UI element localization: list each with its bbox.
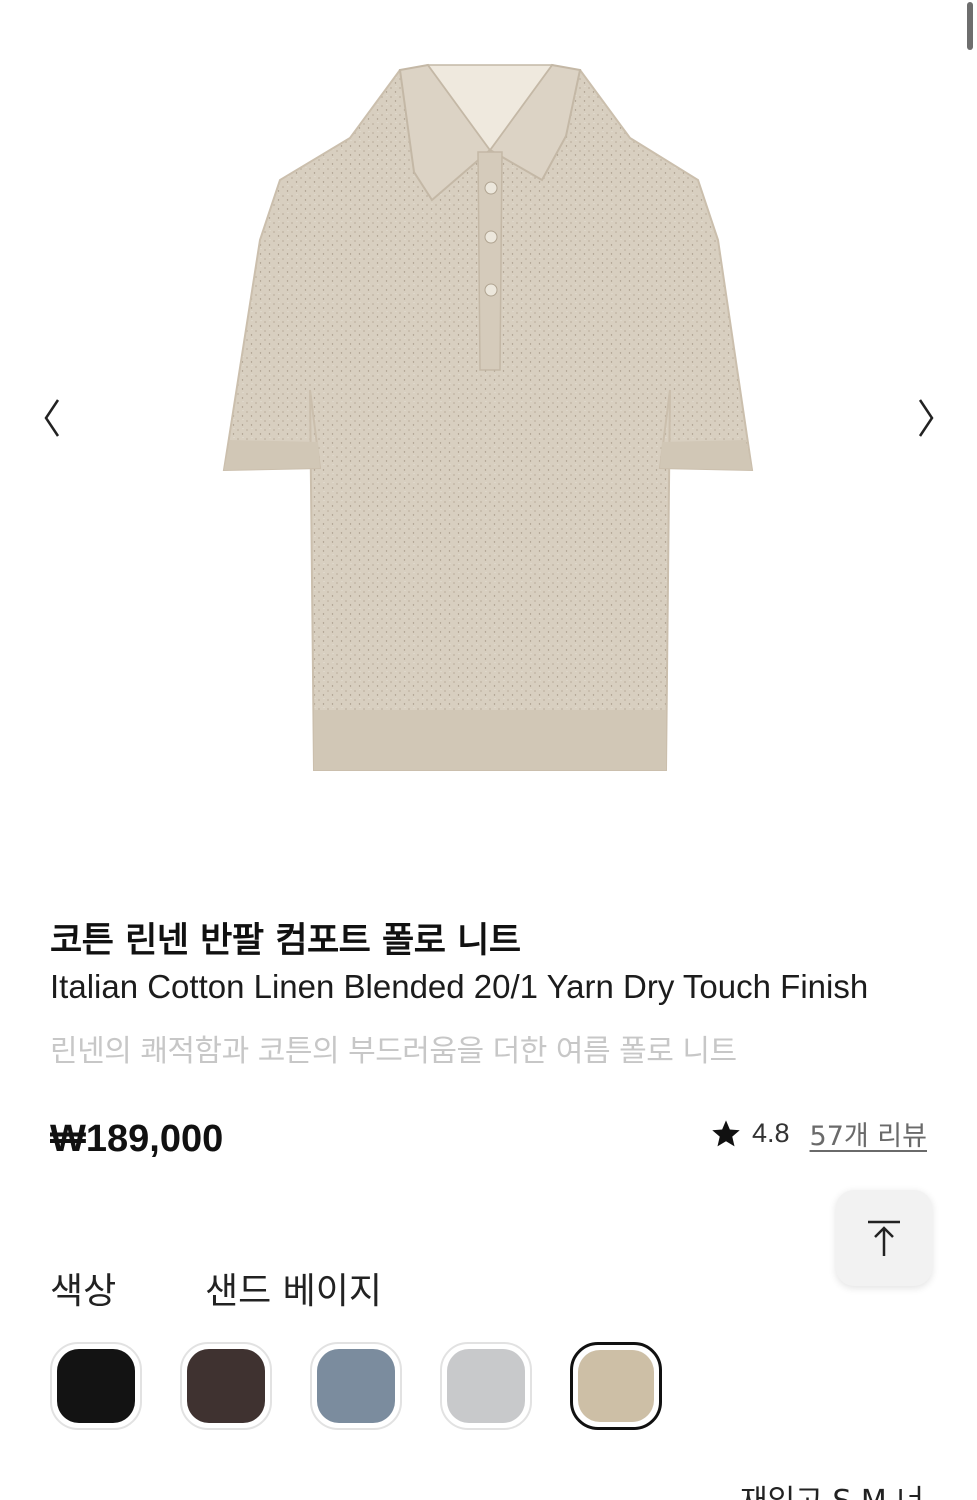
size-options-peek: 재입고 S M 너 <box>740 1476 924 1500</box>
color-swatch-black[interactable] <box>50 1342 142 1430</box>
color-chip <box>57 1349 135 1423</box>
product-price: ₩189,000 <box>50 1118 224 1160</box>
color-swatch-sand-beige[interactable] <box>570 1342 662 1430</box>
color-label: 색상 <box>50 1271 117 1312</box>
chevron-left-icon <box>44 399 60 437</box>
next-image-button[interactable] <box>906 392 946 444</box>
product-detail-page: 코튼 린넨 반팔 컴포트 폴로 니트 Italian Cotton Linen … <box>0 0 977 1500</box>
selected-color-name: 샌드 베이지 <box>205 1271 383 1312</box>
color-chip <box>187 1349 265 1423</box>
image-gallery[interactable] <box>0 0 977 860</box>
star-icon <box>712 1119 740 1146</box>
color-swatch-blue-grey[interactable] <box>310 1342 402 1430</box>
color-swatch-brown[interactable] <box>180 1342 272 1430</box>
product-title: 코튼 린넨 반팔 컴포트 폴로 니트 <box>50 921 521 961</box>
rating-summary: 4.8 57개 리뷰 <box>710 1114 927 1153</box>
back-to-top-button[interactable] <box>836 1190 932 1286</box>
chevron-right-icon <box>918 399 934 437</box>
scrollbar[interactable] <box>963 0 977 1500</box>
color-swatches <box>50 1342 662 1430</box>
prev-image-button[interactable] <box>32 392 72 444</box>
rating-value: 4.8 <box>751 1118 790 1148</box>
color-swatch-light-grey[interactable] <box>440 1342 532 1430</box>
color-chip <box>447 1349 525 1423</box>
reviews-link[interactable]: 57개 리뷰 <box>810 1114 927 1153</box>
color-chip <box>317 1349 395 1423</box>
product-image <box>222 63 754 771</box>
scrollbar-thumb[interactable] <box>967 2 973 50</box>
product-english-name: Italian Cotton Linen Blended 20/1 Yarn D… <box>50 968 869 1005</box>
color-chip <box>578 1350 654 1422</box>
arrow-up-to-top-icon <box>868 1220 900 1256</box>
product-description: 린넨의 쾌적함과 코튼의 부드러움을 더한 여름 폴로 니트 <box>50 1034 737 1069</box>
